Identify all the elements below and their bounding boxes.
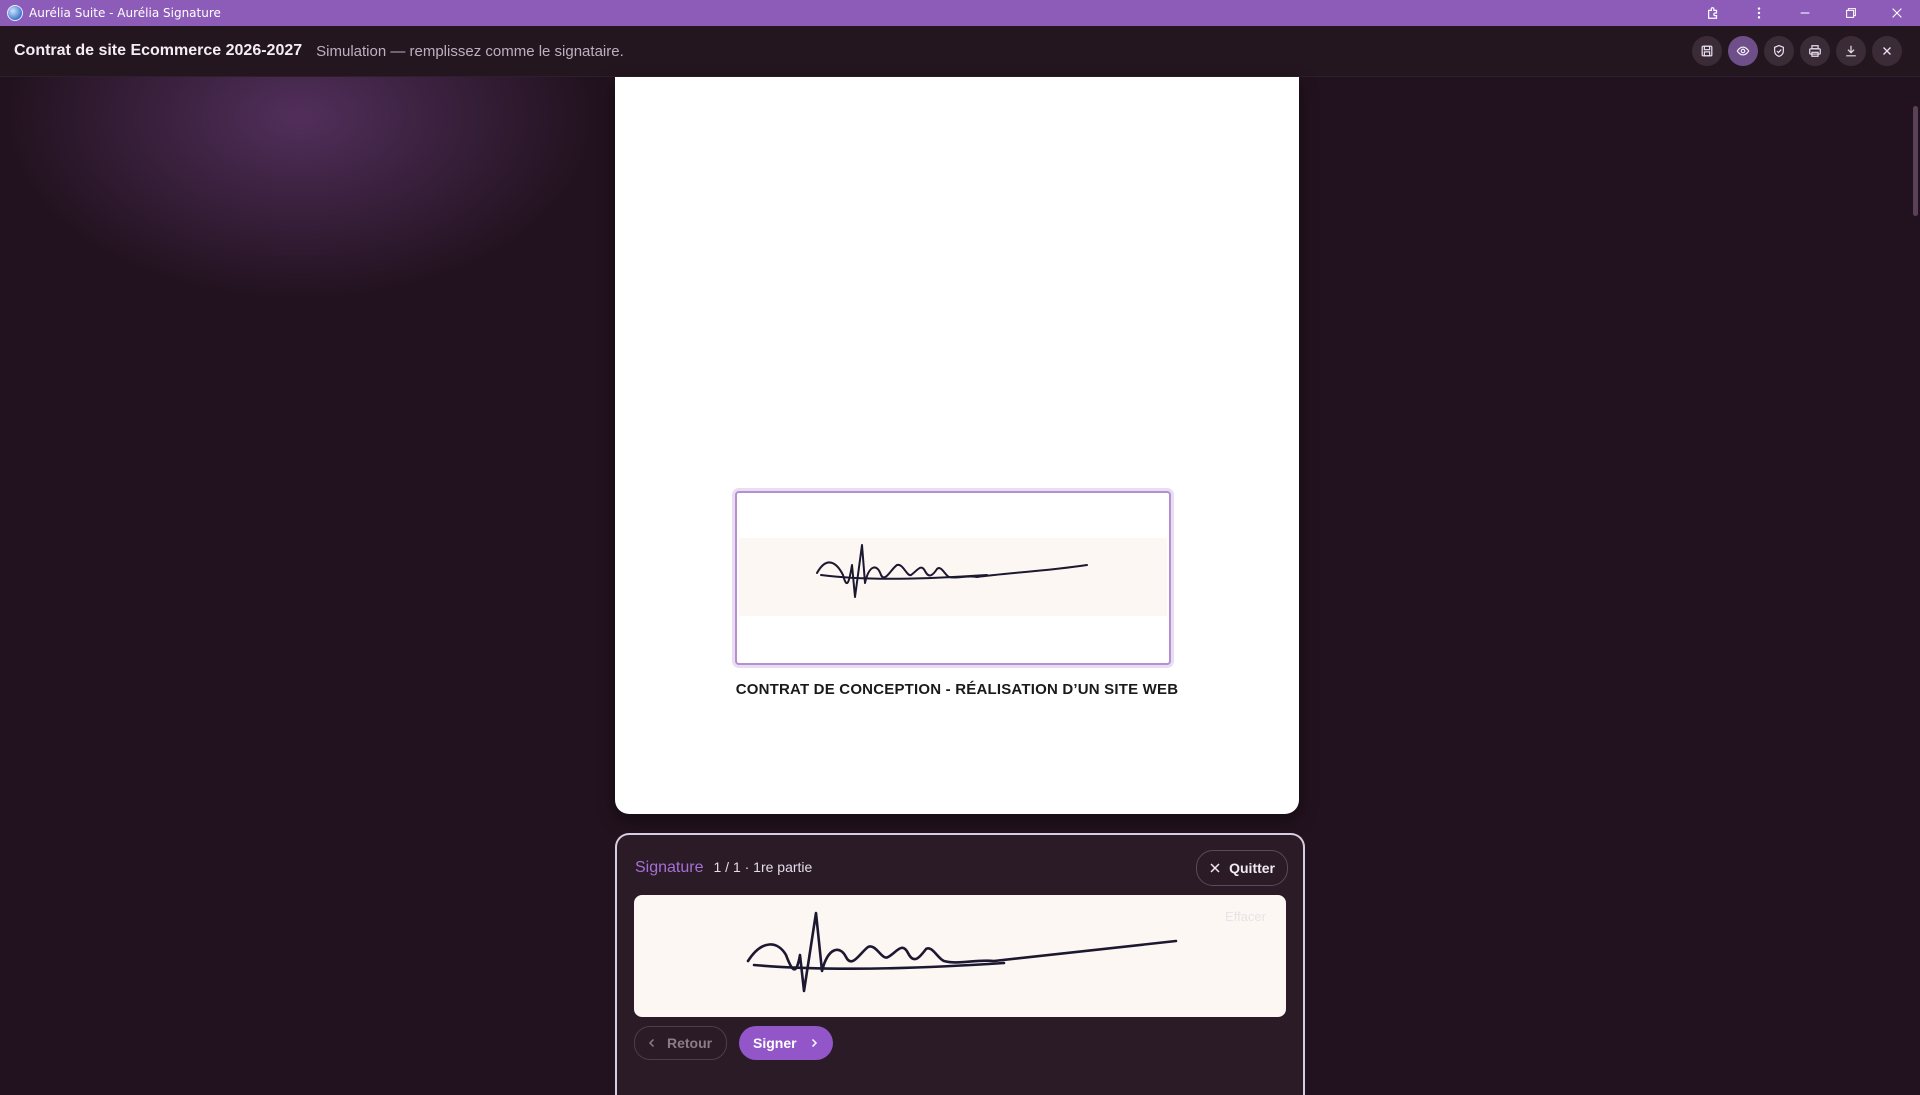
drawn-signature bbox=[746, 911, 1178, 993]
app-header: Contrat de site Ecommerce 2026-2027 Simu… bbox=[0, 26, 1920, 77]
save-icon bbox=[1701, 45, 1713, 57]
sign-button-label: Signer bbox=[753, 1035, 797, 1051]
window-titlebar: Aurélia Suite - Aurélia Signature bbox=[0, 0, 1920, 26]
document-title: Contrat de site Ecommerce 2026-2027 bbox=[14, 42, 303, 59]
print-icon bbox=[1809, 45, 1821, 57]
eye-icon bbox=[1736, 46, 1750, 56]
download-icon bbox=[1846, 45, 1856, 57]
close-document-button[interactable] bbox=[1872, 36, 1902, 66]
window-title: Aurélia Suite - Aurélia Signature bbox=[29, 6, 221, 20]
verify-button[interactable] bbox=[1764, 36, 1794, 66]
restore-icon[interactable] bbox=[1828, 0, 1874, 26]
signature-panel: Signature 1 / 1 · 1re partie Quitter Eff… bbox=[615, 833, 1305, 1095]
print-button[interactable] bbox=[1800, 36, 1830, 66]
window-controls bbox=[1690, 0, 1920, 26]
sign-button[interactable]: Signer bbox=[739, 1026, 833, 1060]
close-icon bbox=[1210, 863, 1220, 873]
document-page: CONTRAT DE CONCEPTION - RÉALISATION D’UN… bbox=[615, 77, 1299, 814]
clear-signature-button[interactable]: Effacer bbox=[1225, 909, 1266, 924]
back-button-label: Retour bbox=[667, 1035, 713, 1051]
chevron-right-icon bbox=[811, 1038, 817, 1048]
signature-field[interactable] bbox=[735, 491, 1171, 665]
quit-button[interactable]: Quitter bbox=[1196, 850, 1288, 886]
back-button[interactable]: Retour bbox=[634, 1026, 728, 1060]
save-button[interactable] bbox=[1692, 36, 1722, 66]
signature-step-indicator: 1 / 1 · 1re partie bbox=[713, 859, 813, 875]
extensions-puzzle-icon[interactable] bbox=[1690, 0, 1736, 26]
contract-title: CONTRAT DE CONCEPTION - RÉALISATION D’UN… bbox=[735, 681, 1179, 698]
chevron-left-icon bbox=[648, 1038, 655, 1048]
more-vertical-icon[interactable] bbox=[1736, 0, 1782, 26]
close-icon bbox=[1883, 47, 1891, 55]
signature-panel-title: Signature bbox=[635, 859, 704, 876]
viewer-scrollbar[interactable] bbox=[1906, 77, 1920, 1080]
scrollbar-thumb[interactable] bbox=[1913, 106, 1918, 216]
placed-signature bbox=[816, 544, 1088, 598]
minimize-icon[interactable] bbox=[1782, 0, 1828, 26]
shield-check-icon bbox=[1774, 44, 1784, 58]
download-button[interactable] bbox=[1836, 36, 1866, 66]
simulation-subtitle: Simulation — remplissez comme le signata… bbox=[316, 42, 624, 60]
signature-drawing-pad[interactable]: Effacer bbox=[634, 895, 1286, 1017]
preview-button[interactable] bbox=[1728, 36, 1758, 66]
window-close-icon[interactable] bbox=[1874, 0, 1920, 26]
app-logo-icon bbox=[7, 5, 23, 21]
document-toolbar bbox=[1692, 36, 1902, 66]
signature-panel-header: Signature 1 / 1 · 1re partie bbox=[635, 859, 812, 877]
quit-button-label: Quitter bbox=[1229, 860, 1275, 876]
